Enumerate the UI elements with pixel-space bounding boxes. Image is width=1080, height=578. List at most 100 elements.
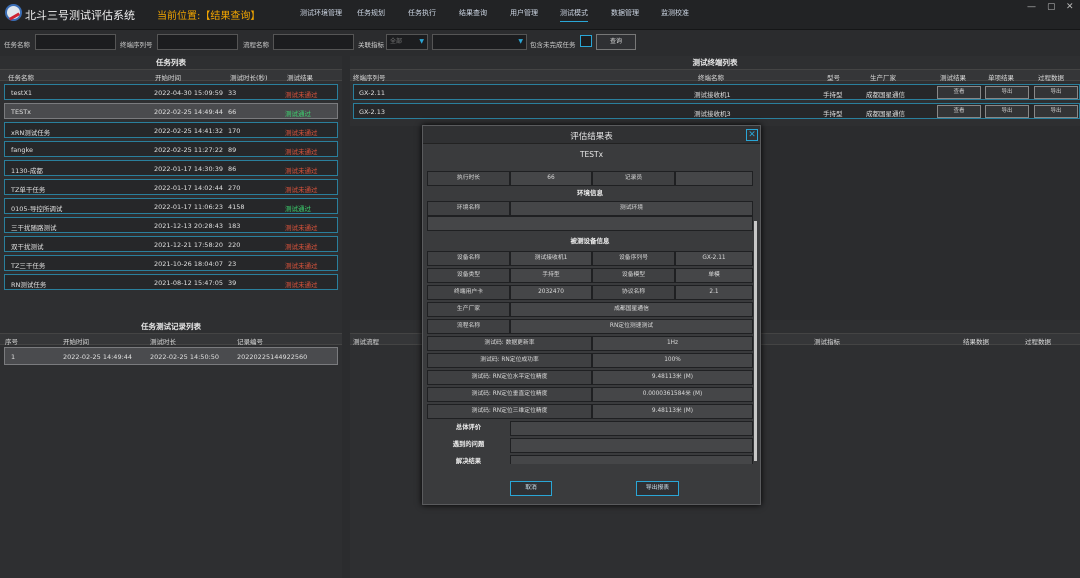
- metric-label: 测试码: RN定位垂直定位精度: [427, 387, 592, 402]
- col-serial: 终端序列号: [353, 74, 386, 82]
- task-row[interactable]: 0105-导控所调试 2022-01-17 11:06:23 4158 测试通过: [4, 198, 338, 214]
- metric-label: 测试码: 数据更新率: [427, 336, 592, 351]
- task-duration: 183: [228, 222, 241, 230]
- issues-label: 遇到的问题: [452, 441, 485, 448]
- overall-value[interactable]: [510, 421, 753, 436]
- nav-test-mode[interactable]: 测试模式: [560, 8, 588, 22]
- col-process-data2: 过程数据: [1025, 338, 1051, 346]
- app-title: 北斗三号测试评估系统: [25, 9, 135, 22]
- task-name: RN测试任务: [11, 281, 47, 289]
- terminal-row[interactable]: GX-2.13 测试接收机3 手持型 成都国星通信 查看 导出 导出: [353, 103, 1080, 119]
- task-duration: 39: [228, 279, 237, 287]
- exec-duration-label: 执行时长: [427, 171, 510, 186]
- col-index: 序号: [5, 338, 18, 346]
- metric-label: 测试码: RN定位水平定位精度: [427, 370, 592, 385]
- report-row: 设备类型 手持型 设备模型 单模: [427, 268, 753, 283]
- process-name-label: 流程名称: [243, 41, 269, 49]
- current-location: 当前位置:【结果查询】: [157, 11, 261, 22]
- export-report-button[interactable]: 导出报表: [636, 481, 679, 496]
- report-row: 执行时长 66 记录员: [427, 171, 753, 186]
- export-process-button[interactable]: 导出: [1034, 105, 1078, 118]
- task-row[interactable]: fangke 2022-02-25 11:27:22 89 测试未通过: [4, 141, 338, 157]
- export-process-button[interactable]: 导出: [1034, 86, 1078, 99]
- task-duration: 66: [228, 108, 237, 116]
- issues-value[interactable]: [510, 438, 753, 453]
- task-row[interactable]: 三干扰随路测试 2021-12-13 20:28:43 183 测试未通过: [4, 217, 338, 233]
- terminal-model: 手持型: [823, 110, 843, 118]
- task-row[interactable]: testX1 2022-04-30 15:09:59 33 测试未通过: [4, 84, 338, 100]
- dialog-title: 评估结果表: [570, 132, 613, 142]
- view-result-button[interactable]: 查看: [937, 86, 981, 99]
- task-row[interactable]: 1130-成都 2022-01-17 14:30:39 86 测试未通过: [4, 160, 338, 176]
- task-duration: 86: [228, 165, 237, 173]
- task-duration: 4158: [228, 203, 245, 211]
- restore-icon[interactable]: ▢: [1047, 2, 1056, 12]
- terminal-serial-label: 终端序列号: [120, 41, 153, 49]
- maker-value: 成都国星通信: [510, 302, 753, 317]
- exec-duration-value: 66: [510, 171, 592, 186]
- query-button[interactable]: 查询: [596, 34, 636, 50]
- col-record-no: 记录编号: [237, 338, 263, 346]
- nav-result-query[interactable]: 结果查询: [459, 8, 487, 21]
- task-name: testX1: [11, 89, 33, 97]
- task-row[interactable]: RN测试任务 2021-08-12 15:47:05 39 测试未通过: [4, 274, 338, 290]
- export-item-button[interactable]: 导出: [985, 86, 1029, 99]
- protocol-label: 协议名称: [592, 285, 675, 300]
- task-result: 测试通过: [285, 110, 311, 118]
- nav-monitor-calibration[interactable]: 监测校准: [661, 8, 689, 21]
- task-name-input[interactable]: [35, 34, 116, 50]
- task-name: 双干扰测试: [11, 243, 44, 251]
- record-row[interactable]: 1 2022-02-25 14:49:44 2022-02-25 14:50:5…: [4, 347, 338, 365]
- solution-value[interactable]: [510, 455, 753, 464]
- close-icon[interactable]: ✕: [746, 129, 758, 141]
- task-result: 测试未通过: [285, 281, 318, 289]
- metric-value: 9.48113米 (M): [592, 404, 753, 419]
- include-incomplete-checkbox[interactable]: [580, 35, 592, 47]
- cancel-button[interactable]: 取消: [510, 481, 552, 496]
- dialog-scrollbar[interactable]: [754, 221, 757, 461]
- col-model: 型号: [827, 74, 840, 82]
- col-record-start: 开始时间: [63, 338, 89, 346]
- nav-user-management[interactable]: 用户管理: [510, 8, 538, 21]
- report-row: 流程名称 RN定位测速测试: [427, 319, 753, 334]
- nav-data-management[interactable]: 数据管理: [611, 8, 639, 21]
- indicator-select[interactable]: 全部 ▼: [386, 34, 428, 50]
- view-result-button[interactable]: 查看: [937, 105, 981, 118]
- task-row[interactable]: 双干扰测试 2021-12-21 17:58:20 220 测试未通过: [4, 236, 338, 252]
- export-item-button[interactable]: 导出: [985, 105, 1029, 118]
- task-result: 测试未通过: [285, 262, 318, 270]
- task-duration: 220: [228, 241, 241, 249]
- task-duration: 170: [228, 127, 241, 135]
- close-icon[interactable]: ✕: [1066, 2, 1074, 12]
- indicator-detail-select[interactable]: ▼: [432, 34, 527, 50]
- task-result: 测试未通过: [285, 91, 318, 99]
- process-name-input[interactable]: [273, 34, 354, 50]
- task-name: 1130-成都: [11, 167, 43, 175]
- terminal-maker: 成都国星通信: [866, 91, 905, 99]
- col-maker: 生产厂家: [870, 74, 896, 82]
- minimize-icon[interactable]: —: [1027, 2, 1036, 12]
- report-row: 总体评价: [427, 421, 753, 436]
- col-process: 测试流程: [353, 338, 379, 346]
- report-table: 执行时长 66 记录员 环境信息 环境名称 测试环境 被测设备信息 设备名称 测…: [427, 171, 757, 464]
- col-terminal-name: 终端名称: [698, 74, 724, 82]
- task-row[interactable]: TESTx 2022-02-25 14:49:44 66 测试通过: [4, 103, 338, 119]
- col-duration: 测试时长(秒): [230, 74, 268, 82]
- report-row: 遇到的问题: [427, 438, 753, 453]
- terminal-serial-input[interactable]: [157, 34, 238, 50]
- recorder-label: 记录员: [592, 171, 675, 186]
- device-name-label: 设备名称: [427, 251, 510, 266]
- task-start: 2022-02-25 14:41:32: [154, 127, 224, 135]
- task-row[interactable]: TZ三干任务 2021-10-26 18:04:07 23 测试未通过: [4, 255, 338, 271]
- nav-task-planning[interactable]: 任务规划: [357, 8, 385, 21]
- nav-env-management[interactable]: 测试环境管理: [300, 8, 342, 21]
- app-logo-icon: [5, 4, 22, 21]
- record-list-title: 任务测试记录列表: [141, 322, 201, 331]
- task-row[interactable]: TZ单干任务 2022-01-17 14:02:44 270 测试未通过: [4, 179, 338, 195]
- terminal-row[interactable]: GX-2.11 测试接收机1 手持型 成都国星通信 查看 导出 导出: [353, 84, 1080, 100]
- terminal-maker: 成都国星通信: [866, 110, 905, 118]
- task-row[interactable]: xRN测试任务 2022-02-25 14:41:32 170 测试未通过: [4, 122, 338, 138]
- recorder-value: [675, 171, 753, 186]
- nav-task-execution[interactable]: 任务执行: [408, 8, 436, 21]
- task-name: 三干扰随路测试: [11, 224, 57, 232]
